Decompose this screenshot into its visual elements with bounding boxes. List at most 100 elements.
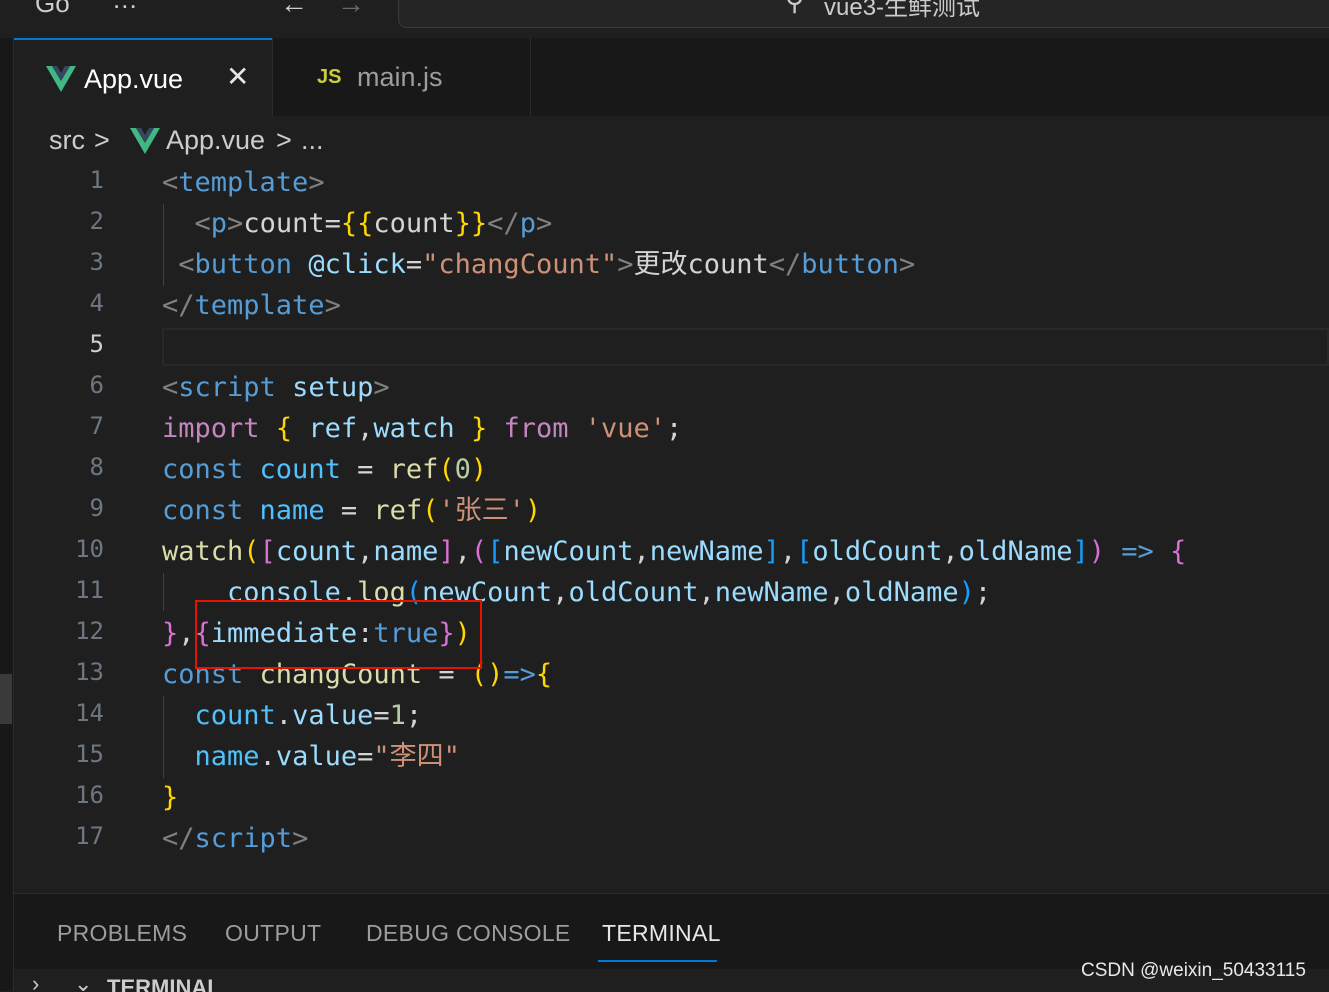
forward-arrow-icon[interactable]: →	[337, 0, 365, 20]
editor-tab-bar: App.vue ✕ JS main.js	[14, 38, 1329, 117]
code-token: 1	[389, 700, 406, 731]
line-number[interactable]: 7	[14, 412, 104, 440]
code-token: import	[162, 413, 260, 444]
current-line-highlight	[162, 328, 1329, 366]
code-text[interactable]: <button @click="changCount">更改count</but…	[162, 246, 915, 284]
line-number[interactable]: 2	[14, 207, 104, 235]
code-token: script	[194, 823, 293, 854]
code-token: p	[519, 208, 536, 239]
code-text[interactable]: }	[162, 779, 178, 817]
code-line[interactable]: 3 <button @click="changCount">更改count</b…	[14, 246, 1329, 287]
code-token: count	[275, 536, 358, 567]
code-token: count=	[243, 208, 341, 239]
line-number[interactable]: 1	[14, 166, 104, 194]
code-token: <	[178, 249, 195, 280]
title-bar: Go ... ← → ⚲ vue3-生鲜测试	[0, 0, 1329, 38]
chevron-down-icon[interactable]: ⌄	[74, 971, 92, 992]
code-line[interactable]: 17 </script>	[14, 820, 1329, 861]
menu-more-button[interactable]: ...	[113, 0, 138, 15]
code-line[interactable]: 7 import { ref,watch } from 'vue';	[14, 410, 1329, 451]
line-number[interactable]: 14	[14, 699, 104, 727]
line-number[interactable]: 12	[14, 617, 104, 645]
line-number[interactable]: 3	[14, 248, 104, 276]
chevron-right-icon: >	[94, 125, 110, 155]
code-line[interactable]: 6 <script setup>	[14, 369, 1329, 410]
code-line[interactable]: 1 <template>	[14, 164, 1329, 205]
code-line[interactable]: 4 </template>	[14, 287, 1329, 328]
code-text[interactable]: </template>	[162, 287, 341, 325]
code-line[interactable]: 15 name.value="李四"	[14, 738, 1329, 779]
line-number[interactable]: 16	[14, 781, 104, 809]
line-number[interactable]: 10	[14, 535, 104, 563]
command-center-label[interactable]: vue3-生鲜测试	[824, 0, 980, 22]
code-token: )	[524, 495, 542, 526]
code-text[interactable]: <template>	[162, 164, 325, 202]
code-text[interactable]: const count = ref(0)	[162, 451, 487, 489]
menu-go[interactable]: Go	[35, 0, 70, 19]
line-number[interactable]: 6	[14, 371, 104, 399]
code-text[interactable]: <script setup>	[162, 369, 390, 407]
code-line[interactable]: 9 const name = ref('张三')	[14, 492, 1329, 533]
code-text[interactable]: name.value="李四"	[162, 738, 460, 776]
code-token: ,	[454, 536, 471, 567]
code-token: )	[470, 454, 488, 485]
code-text[interactable]: const name = ref('张三')	[162, 492, 541, 530]
breadcrumb-folder[interactable]: src	[49, 125, 85, 156]
line-number[interactable]: 15	[14, 740, 104, 768]
chevron-right-icon[interactable]: ›	[32, 971, 39, 992]
code-line[interactable]: 8 const count = ref(0)	[14, 451, 1329, 492]
code-token: ,	[828, 577, 845, 608]
code-line[interactable]: 2 <p>count={{count}}</p>	[14, 205, 1329, 246]
code-token: const	[162, 495, 244, 526]
breadcrumb-symbol[interactable]: ...	[301, 125, 324, 156]
back-arrow-icon[interactable]: ←	[280, 0, 308, 20]
line-number[interactable]: 8	[14, 453, 104, 481]
code-token: }}	[454, 208, 488, 239]
line-number[interactable]: 9	[14, 494, 104, 522]
line-number[interactable]: 4	[14, 289, 104, 317]
line-number[interactable]: 13	[14, 658, 104, 686]
close-icon[interactable]: ✕	[226, 60, 249, 93]
tab-terminal[interactable]: TERMINAL	[602, 920, 721, 947]
code-token: >	[324, 290, 341, 321]
chevron-right-icon: >	[276, 125, 292, 155]
code-token: count	[373, 208, 455, 239]
tab-app-vue[interactable]: App.vue ✕	[14, 38, 272, 116]
tab-debug-console[interactable]: DEBUG CONSOLE	[366, 920, 571, 947]
code-token: {	[535, 659, 553, 690]
breadcrumb-file[interactable]: App.vue	[166, 125, 265, 156]
code-text[interactable]: count.value=1;	[162, 697, 423, 735]
code-token: ]	[438, 536, 455, 567]
code-token: (	[438, 454, 455, 485]
tab-output[interactable]: OUTPUT	[225, 920, 321, 947]
code-token: (	[243, 536, 260, 567]
line-number[interactable]: 11	[14, 576, 104, 604]
code-text[interactable]: watch([count,name],([newCount,newName],[…	[162, 533, 1186, 571]
code-line[interactable]: 16}	[14, 779, 1329, 820]
code-line[interactable]: 10 watch([count,name],([newCount,newName]…	[14, 533, 1329, 574]
vue-icon	[130, 128, 160, 154]
code-line[interactable]: 14 count.value=1;	[14, 697, 1329, 738]
code-token: setup	[292, 372, 374, 403]
code-token: count	[194, 700, 276, 731]
code-line[interactable]: 5	[14, 328, 1329, 369]
code-text[interactable]: </script>	[162, 820, 308, 858]
code-token: "李四"	[373, 741, 460, 772]
code-text[interactable]: <p>count={{count}}</p>	[162, 205, 553, 243]
code-token: =>	[1121, 536, 1154, 567]
code-token: value	[292, 700, 374, 731]
code-token: count	[259, 454, 341, 485]
tab-problems[interactable]: PROBLEMS	[57, 920, 187, 947]
code-token: 更改count	[633, 249, 769, 280]
line-number[interactable]: 17	[14, 822, 104, 850]
code-token: p	[210, 208, 228, 239]
code-token: (	[470, 536, 488, 567]
line-number[interactable]: 5	[14, 330, 104, 358]
code-text[interactable]: import { ref,watch } from 'vue';	[162, 410, 682, 448]
code-editor[interactable]: 1 <template> 2 <p>count={{count}}</p> 3 <bu…	[14, 166, 1329, 893]
tab-main-js[interactable]: JS main.js	[272, 38, 531, 116]
